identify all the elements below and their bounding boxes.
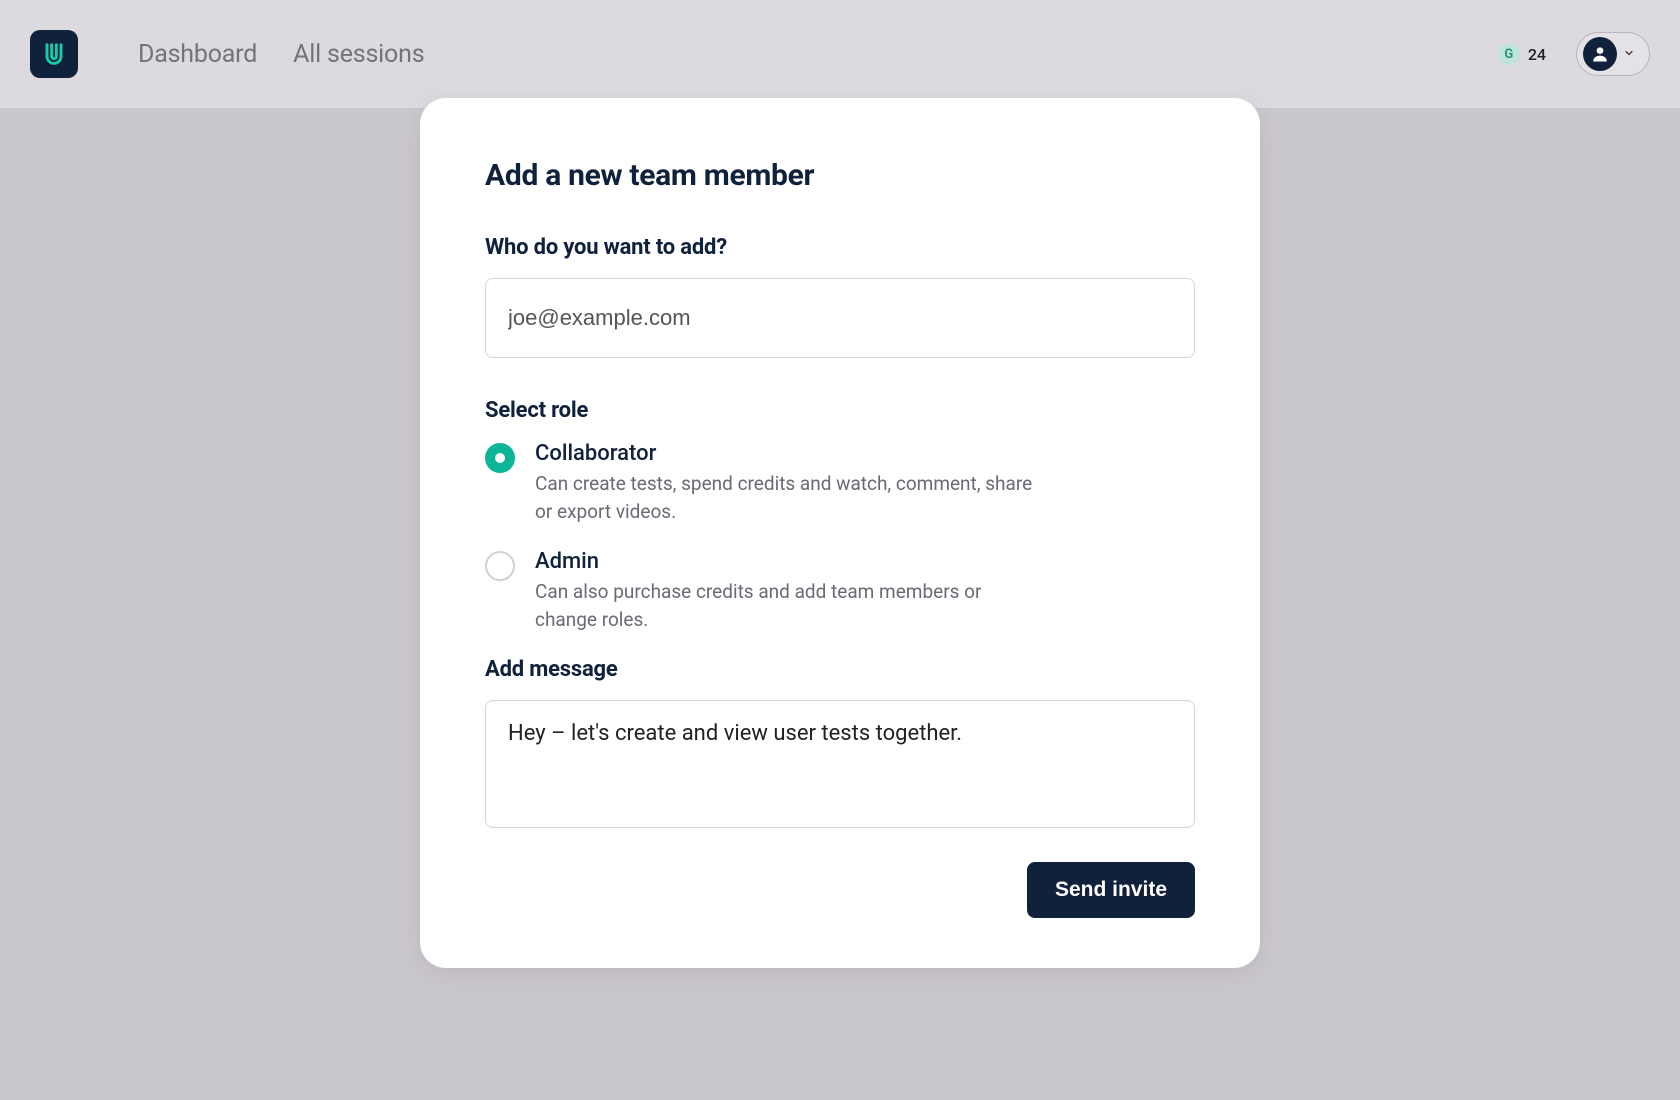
role-option-admin[interactable]: Admin Can also purchase credits and add … xyxy=(485,549,1195,633)
message-label: Add message xyxy=(485,657,1195,682)
invite-modal: Add a new team member Who do you want to… xyxy=(420,98,1260,968)
nav-dashboard[interactable]: Dashboard xyxy=(138,40,257,69)
credits-count: 24 xyxy=(1528,45,1546,64)
credits-icon: G xyxy=(1498,43,1520,65)
email-input[interactable] xyxy=(485,278,1195,358)
send-invite-button[interactable]: Send invite xyxy=(1027,862,1195,918)
role-label: Select role xyxy=(485,398,1195,423)
message-input[interactable] xyxy=(485,700,1195,828)
nav-all-sessions[interactable]: All sessions xyxy=(293,40,424,69)
role-option-collaborator[interactable]: Collaborator Can create tests, spend cre… xyxy=(485,441,1195,525)
role-admin-desc: Can also purchase credits and add team m… xyxy=(535,578,1045,633)
role-collaborator-title: Collaborator xyxy=(535,441,1045,466)
main-nav: Dashboard All sessions xyxy=(138,40,424,69)
account-menu[interactable] xyxy=(1576,32,1650,76)
modal-title: Add a new team member xyxy=(485,158,1195,193)
header-right: G 24 xyxy=(1498,32,1650,76)
app-header: Dashboard All sessions G 24 xyxy=(0,0,1680,108)
avatar-icon xyxy=(1583,37,1617,71)
chevron-down-icon xyxy=(1623,47,1635,62)
radio-collaborator[interactable] xyxy=(485,443,515,473)
role-collaborator-desc: Can create tests, spend credits and watc… xyxy=(535,470,1045,525)
who-label: Who do you want to add? xyxy=(485,235,1195,260)
credits-badge[interactable]: G 24 xyxy=(1498,43,1546,65)
app-logo[interactable] xyxy=(30,30,78,78)
radio-admin[interactable] xyxy=(485,551,515,581)
role-admin-title: Admin xyxy=(535,549,1045,574)
logo-icon xyxy=(40,40,68,68)
